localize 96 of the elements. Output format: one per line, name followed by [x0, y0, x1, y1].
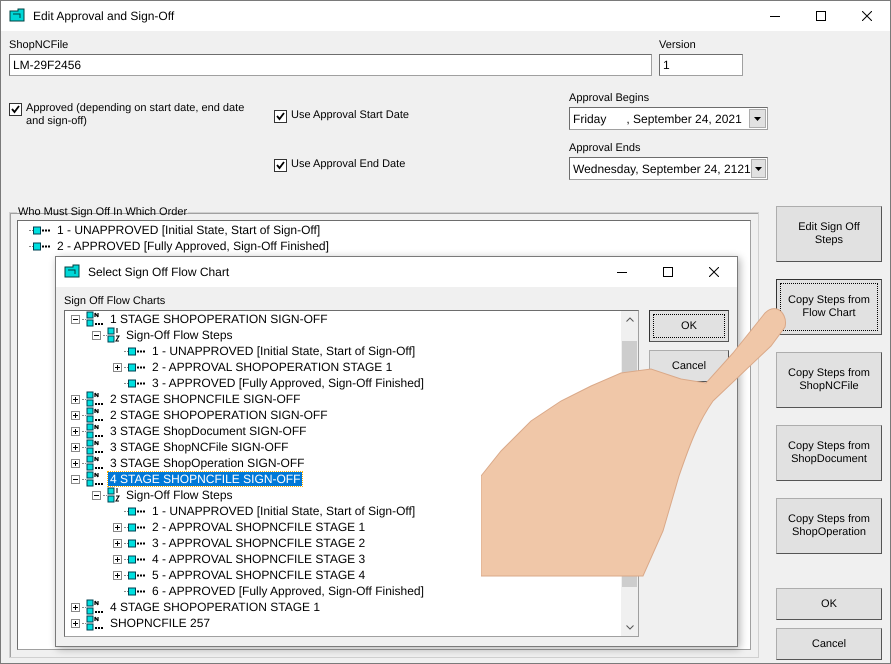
tree-item[interactable]: Sign-Off Flow Steps	[124, 488, 234, 502]
tree-item[interactable]: SHOPNCFILE 257	[108, 616, 212, 630]
tree-item[interactable]: 4 STAGE SHOPOPERATION STAGE 1	[108, 600, 322, 614]
expand-icon[interactable]	[113, 362, 122, 372]
flow-chart-icon	[86, 455, 104, 471]
ok-button[interactable]: OK	[776, 588, 882, 620]
step-icon	[128, 378, 146, 388]
tree-item[interactable]: 4 STAGE SHOPNCFILE SIGN-OFF	[108, 472, 302, 486]
tree-item[interactable]: 4 - APPROVAL SHOPNCFILE STAGE 3	[150, 552, 368, 566]
step-icon	[33, 242, 51, 250]
group-title: Who Must Sign Off In Which Order	[17, 206, 188, 218]
ok-button[interactable]: OK	[649, 310, 729, 342]
version-field[interactable]: 1	[659, 54, 743, 76]
tree-item[interactable]: 1 STAGE SHOPOPERATION SIGN-OFF	[108, 312, 330, 326]
step-icon	[128, 586, 146, 596]
flow-chart-icon	[86, 439, 104, 455]
collapse-icon[interactable]	[92, 490, 101, 500]
expand-icon[interactable]	[113, 538, 122, 548]
field-label: Approval Begins	[569, 92, 650, 104]
maximize-icon	[663, 267, 673, 277]
tree-item[interactable]: 3 STAGE ShopOperation SIGN-OFF	[108, 456, 307, 470]
checkbox-label: Use Approval End Date	[291, 158, 406, 171]
tree-item[interactable]: 3 STAGE ShopDocument SIGN-OFF	[108, 424, 309, 438]
tree-item[interactable]: Sign-Off Flow Steps	[124, 328, 234, 342]
checkbox[interactable]	[274, 159, 287, 172]
checkbox-label: Use Approval Start Date	[291, 109, 410, 122]
flow-chart-icon	[86, 599, 104, 615]
cancel-button[interactable]: Cancel	[776, 628, 882, 660]
flow-chart-icon	[86, 471, 104, 487]
field-label: Version	[659, 39, 697, 51]
close-icon	[709, 267, 719, 277]
tree-item[interactable]: 1 - UNAPPROVED [Initial State, Start of Sign-Off]	[150, 504, 418, 518]
side-button[interactable]: Copy Steps from Flow Chart	[776, 279, 882, 335]
scroll-down-icon[interactable]	[626, 625, 634, 630]
scroll-up-icon[interactable]	[626, 317, 634, 322]
expand-icon[interactable]	[71, 442, 80, 452]
maximize-icon	[816, 11, 826, 21]
dropdown-arrow-icon	[754, 166, 762, 170]
step-list-icon	[107, 327, 120, 343]
flow-chart-icon	[86, 407, 104, 423]
tree-item[interactable]: 2 - APPROVAL SHOPOPERATION STAGE 1	[150, 360, 394, 374]
tree-item[interactable]: 3 - APPROVAL SHOPNCFILE STAGE 2	[150, 536, 368, 550]
step-icon	[128, 346, 146, 356]
step-icon	[128, 570, 146, 580]
date-picker[interactable]: Wednesday, September 24, 2121	[569, 157, 768, 180]
tree-item[interactable]: 3 - APPROVED [Fully Approved, Sign-Off Finished]	[150, 376, 426, 390]
tree-item[interactable]: 6 - APPROVED [Fully Approved, Sign-Off Finished]	[150, 584, 426, 598]
field-label: ShopNCFile	[9, 39, 70, 51]
step-list-icon	[107, 487, 120, 503]
flow-chart-icon	[86, 423, 104, 439]
step-icon	[128, 538, 146, 548]
date-picker[interactable]: Friday , September 24, 2021	[569, 107, 768, 130]
tree-item[interactable]: 3 STAGE ShopNCFile SIGN-OFF	[108, 440, 290, 454]
expand-icon[interactable]	[71, 394, 80, 404]
expand-icon[interactable]	[71, 426, 80, 436]
checkbox[interactable]	[274, 110, 287, 123]
field-label: Approval Ends	[569, 142, 642, 154]
tree-item[interactable]: 2 STAGE SHOPNCFILE SIGN-OFF	[108, 392, 302, 406]
close-icon	[862, 11, 872, 21]
tree-item[interactable]: 2 - APPROVED [Fully Approved, Sign-Off Finished]	[55, 239, 331, 253]
step-icon	[128, 522, 146, 532]
shop-nc-file-field[interactable]: LM-29F2456	[9, 54, 652, 76]
window-title: Edit Approval and Sign-Off	[33, 9, 176, 23]
expand-icon[interactable]	[113, 522, 122, 532]
collapse-icon[interactable]	[71, 474, 80, 484]
step-icon	[128, 362, 146, 372]
expand-icon[interactable]	[113, 554, 122, 564]
dropdown-arrow-icon	[754, 116, 761, 120]
tree-label: Sign Off Flow Charts	[64, 295, 166, 307]
side-button[interactable]: Copy Steps from ShopOperation	[776, 498, 882, 554]
side-button[interactable]: Copy Steps from ShopNCFile	[776, 352, 882, 408]
flow-chart-icon	[86, 391, 104, 407]
step-icon	[128, 554, 146, 564]
checkbox-label: Approved (depending on start date, end date and sign-off)	[26, 102, 246, 128]
side-button[interactable]: Copy Steps from ShopDocument	[776, 425, 882, 481]
expand-icon[interactable]	[113, 570, 122, 580]
app-icon	[9, 8, 25, 24]
dialog-title: Select Sign Off Flow Chart	[88, 265, 230, 279]
expand-icon[interactable]	[71, 410, 80, 420]
flow-chart-icon	[86, 615, 104, 631]
tree-item[interactable]: 2 STAGE SHOPOPERATION SIGN-OFF	[108, 408, 330, 422]
expand-icon[interactable]	[71, 602, 80, 612]
expand-icon[interactable]	[71, 458, 80, 468]
step-icon	[128, 506, 146, 516]
tree-item[interactable]: 2 - APPROVAL SHOPNCFILE STAGE 1	[150, 520, 368, 534]
tree-item[interactable]: 5 - APPROVAL SHOPNCFILE STAGE 4	[150, 568, 368, 582]
step-icon	[33, 226, 51, 234]
expand-icon[interactable]	[71, 618, 80, 628]
tree-item[interactable]: 1 - UNAPPROVED [Initial State, Start of Sign-Off]	[150, 344, 418, 358]
collapse-icon[interactable]	[71, 314, 80, 324]
collapse-icon[interactable]	[92, 330, 101, 340]
checkbox[interactable]	[9, 103, 22, 116]
app-icon	[64, 264, 80, 280]
tree-item[interactable]: 1 - UNAPPROVED [Initial State, Start of Sign-Off]	[55, 223, 322, 237]
flow-chart-icon	[86, 311, 104, 327]
side-button[interactable]: Edit Sign Off Steps	[776, 206, 882, 262]
